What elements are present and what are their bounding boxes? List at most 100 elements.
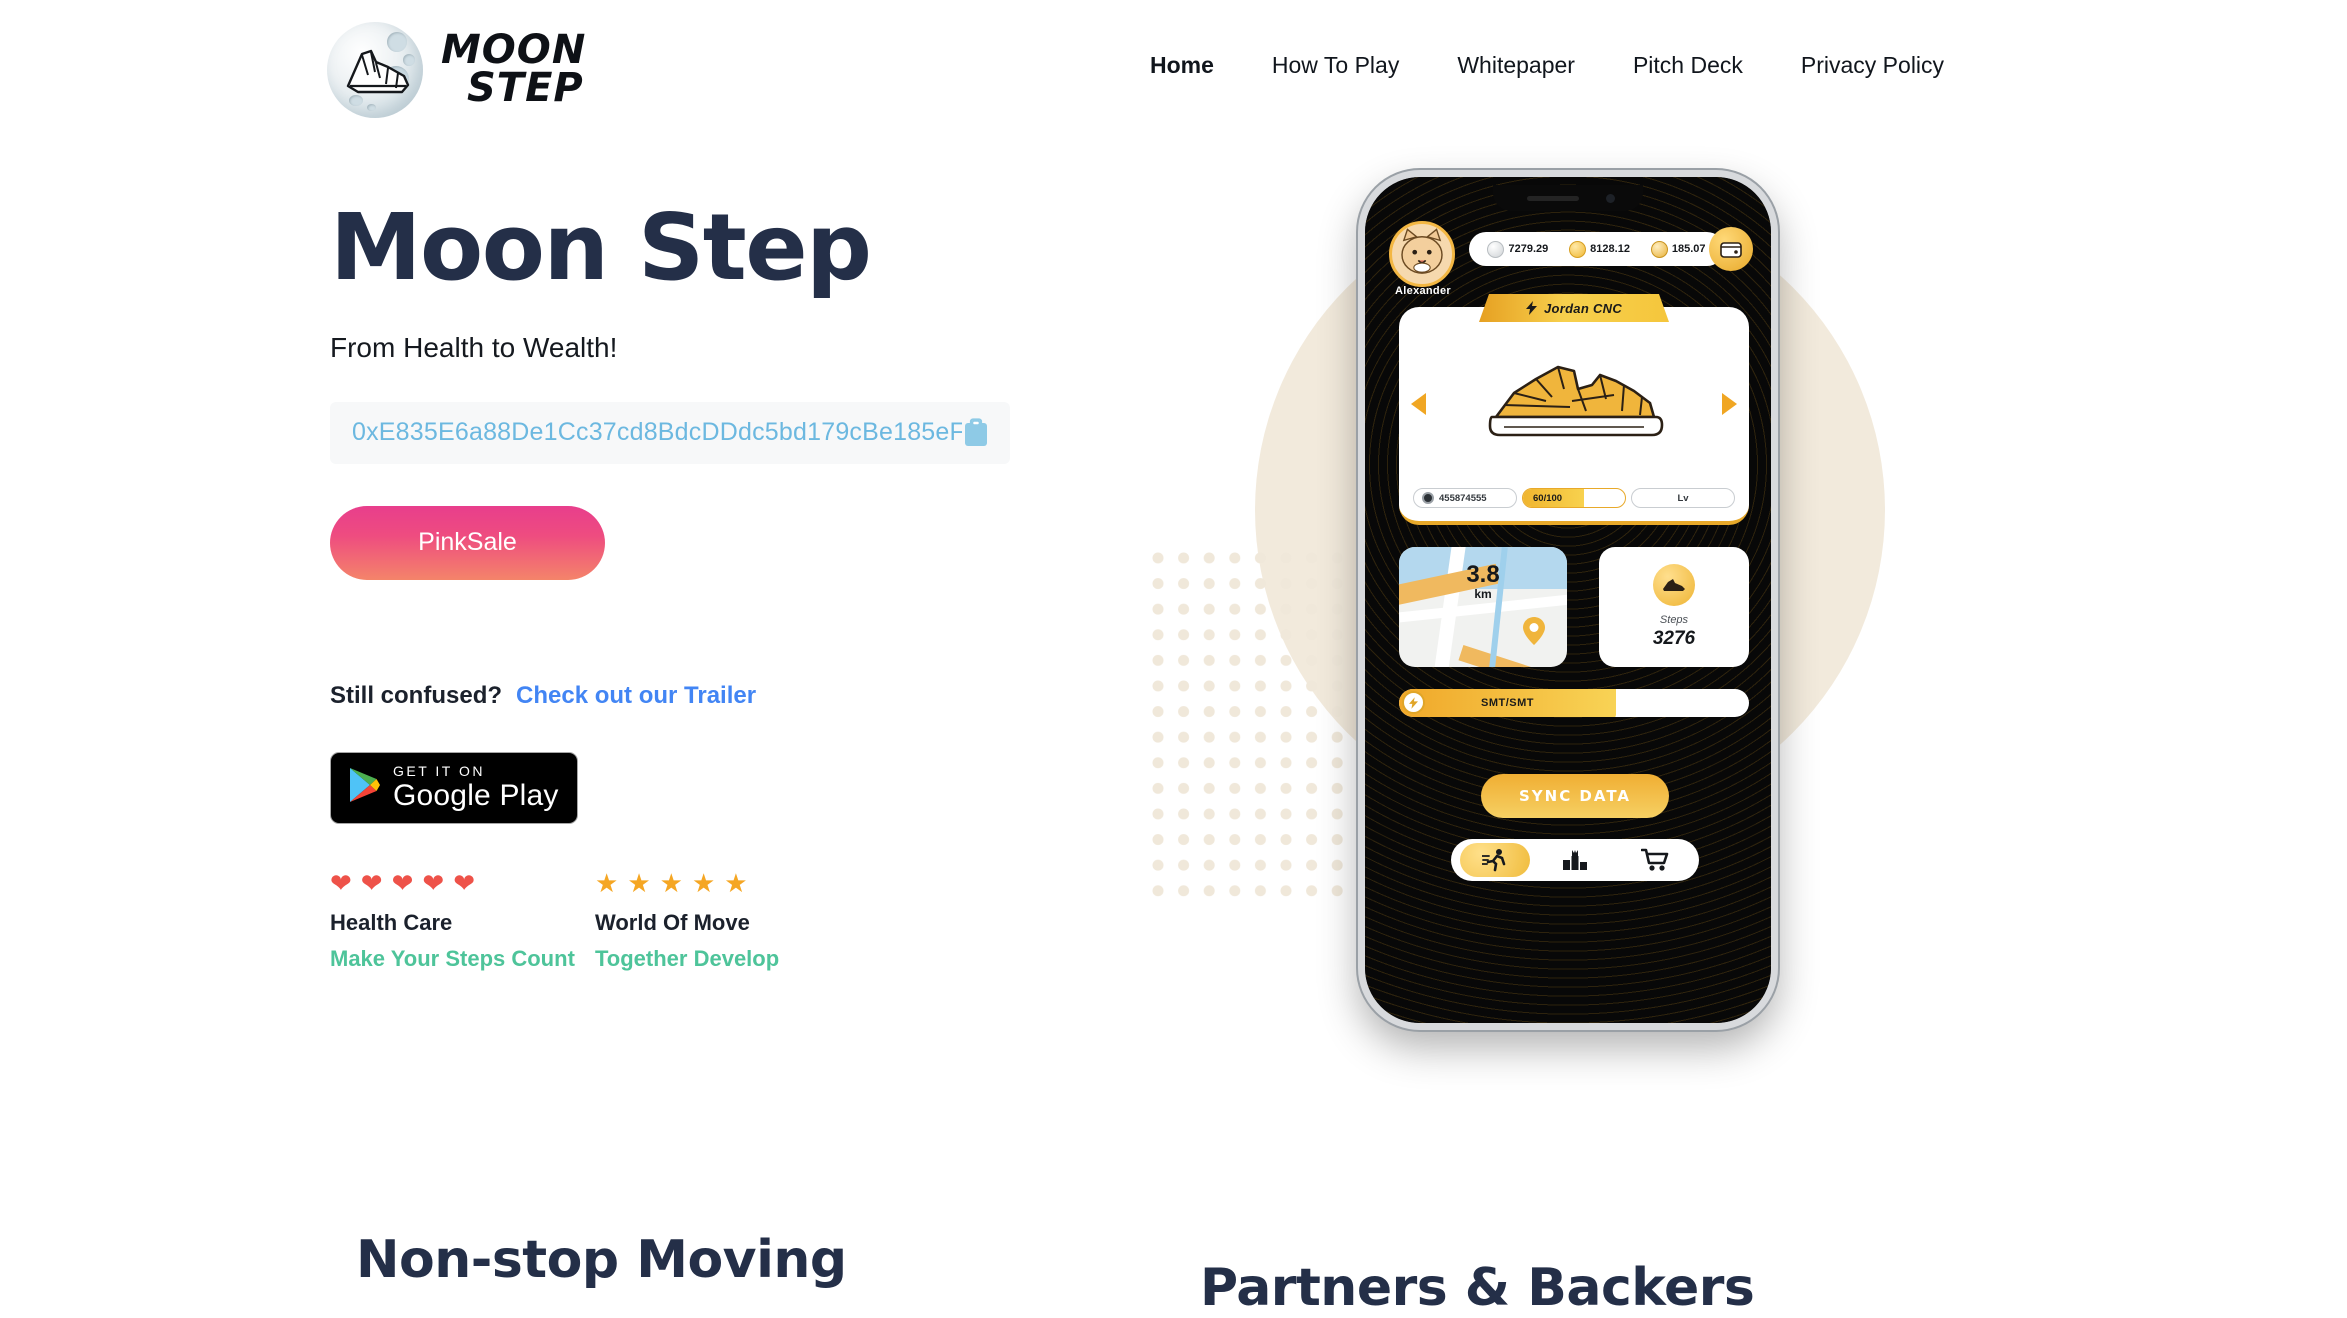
star-icon: ★ <box>724 867 748 898</box>
trailer-link[interactable]: Check out our Trailer <box>516 682 756 710</box>
feature-world-of-move: ★ ★ ★ ★ ★ World Of Move Together Develop <box>595 870 860 972</box>
stat-silver: 7279.29 <box>1487 240 1549 258</box>
google-play-badge[interactable]: GET IT ON Google Play <box>330 751 578 824</box>
energy-coin-icon <box>1569 240 1587 258</box>
phone-mockup: Alexander 7279.29 8128.12 185.07 Jordan … <box>1358 170 1778 1030</box>
sync-data-button[interactable]: SYNC DATA <box>1481 774 1669 818</box>
brand-logo[interactable]: MOON STEP <box>327 22 586 118</box>
map-pin-icon <box>1523 617 1545 645</box>
section-title-partners: Partners & Backers <box>1200 1258 1755 1318</box>
heart-icon: ❤ <box>360 867 383 898</box>
feature-title: World Of Move <box>595 909 750 935</box>
google-play-icon <box>347 766 381 809</box>
stat-value: 8128.12 <box>1590 243 1630 255</box>
nav-item-privacy-policy[interactable]: Privacy Policy <box>1801 52 1944 79</box>
main-navigation: Home How To Play Whitepaper Pitch Deck P… <box>1150 52 2347 79</box>
arrow-right-icon[interactable] <box>1722 393 1737 415</box>
stat-value: 185.07 <box>1671 243 1706 255</box>
feature-subtitle: Together Develop <box>595 945 780 971</box>
decorative-dot-grid <box>1152 552 1357 897</box>
phone-screen: Alexander 7279.29 8128.12 185.07 Jordan … <box>1365 177 1771 1023</box>
gold-token-icon <box>1650 240 1668 258</box>
sneaker-icon <box>1653 564 1695 606</box>
id-dot-icon <box>1422 492 1434 504</box>
level-label: Lv <box>1677 492 1689 504</box>
landing-page: MOON STEP Home How To Play Whitepaper Pi… <box>0 0 2347 1318</box>
bottom-nav-running[interactable] <box>1460 843 1530 877</box>
nav-item-pitch-deck[interactable]: Pitch Deck <box>1633 52 1743 79</box>
shoe-banner: Jordan CNC <box>1479 294 1669 322</box>
google-play-text: GET IT ON Google Play <box>393 764 559 811</box>
energy-label: SMT/SMT <box>1481 697 1534 709</box>
distance-value: 3.8 <box>1466 561 1500 588</box>
feature-list: ❤ ❤ ❤ ❤ ❤ Health Care Make Your Steps Co… <box>330 870 1090 972</box>
heart-icon: ❤ <box>453 867 475 898</box>
star-icon: ★ <box>627 867 651 898</box>
heart-icon: ❤ <box>391 867 414 898</box>
stat-value: 7279.29 <box>1508 243 1549 255</box>
shoe-meta-row: 455874555 60/100 Lv <box>1413 488 1735 508</box>
shoe-card: Jordan CNC 455874555 60/100 Lv <box>1399 294 1749 525</box>
phone-notch <box>1493 185 1643 211</box>
steps-label: Steps <box>1659 614 1689 626</box>
google-play-big-label: Google Play <box>393 779 559 813</box>
bolt-icon <box>1525 301 1537 315</box>
wallet-button[interactable] <box>1709 227 1753 271</box>
hero-content: Moon Step From Health to Wealth! 0xE835E… <box>330 194 1090 972</box>
sneaker-icon <box>1399 335 1749 460</box>
contract-address-field[interactable]: 0xE835E6a88De1Cc37cd8BdcDDdc5bd179cBe185… <box>330 401 1010 464</box>
clipboard-icon[interactable] <box>962 417 990 448</box>
google-play-small-label: GET IT ON <box>393 763 485 780</box>
trailer-prompt: Still confused? Check out our Trailer <box>330 682 1090 710</box>
steps-card[interactable]: Steps 3276 <box>1599 547 1749 667</box>
app-bottom-nav <box>1451 839 1699 881</box>
heart-icon: ❤ <box>422 867 445 898</box>
shoe-name: Jordan CNC <box>1543 300 1623 316</box>
brand-line-2: STEP <box>467 65 584 111</box>
page-title: Moon Step <box>330 194 872 301</box>
star-icon: ★ <box>595 867 619 898</box>
star-icon: ★ <box>691 867 716 898</box>
mini-card-row: 3.8 km Steps 3276 <box>1399 547 1749 667</box>
silver-coin-icon <box>1487 240 1505 258</box>
pinksale-button[interactable]: PinkSale <box>330 505 605 580</box>
star-icon: ★ <box>659 867 683 898</box>
heart-icon-row: ❤ ❤ ❤ ❤ ❤ <box>330 870 595 896</box>
feature-title: Health Care <box>330 909 453 935</box>
bottom-nav-shop[interactable] <box>1620 843 1690 877</box>
bolt-icon <box>1402 691 1425 714</box>
shoe-id-pill: 455874555 <box>1413 488 1517 508</box>
bottom-nav-leaderboard[interactable] <box>1540 843 1610 877</box>
avatar-username: Alexander <box>1395 285 1451 297</box>
confused-label: Still confused? <box>330 681 503 709</box>
nav-item-whitepaper[interactable]: Whitepaper <box>1457 52 1575 79</box>
stat-gold: 185.07 <box>1650 240 1706 258</box>
feature-subtitle: Make Your Steps Count <box>330 945 575 971</box>
avatar[interactable] <box>1389 221 1455 287</box>
star-icon-row: ★ ★ ★ ★ ★ <box>595 870 860 896</box>
nav-item-home[interactable]: Home <box>1150 52 1214 79</box>
cat-avatar-icon <box>1401 228 1443 274</box>
heart-icon: ❤ <box>330 867 352 898</box>
durability-pill: 60/100 <box>1522 488 1626 508</box>
shoe-id-value: 455874555 <box>1439 492 1487 504</box>
hero-subtitle: From Health to Wealth! <box>330 331 618 363</box>
map-card[interactable]: 3.8 km <box>1399 547 1567 667</box>
brand-wordmark: MOON STEP <box>441 31 586 111</box>
distance-readout: 3.8 km <box>1399 561 1567 602</box>
running-icon <box>1482 849 1506 872</box>
podium-icon <box>1563 850 1587 870</box>
contract-address-value: 0xE835E6a88De1Cc37cd8BdcDDdc5bd179cBe185… <box>352 418 962 447</box>
arrow-left-icon[interactable] <box>1411 393 1426 415</box>
app-top-bar: Alexander 7279.29 8128.12 185.07 <box>1365 221 1771 297</box>
section-title-nonstop: Non-stop Moving <box>356 1230 847 1290</box>
site-header: MOON STEP Home How To Play Whitepaper Pi… <box>0 0 2347 148</box>
level-pill: Lv <box>1631 488 1735 508</box>
durability-value: 60/100 <box>1533 492 1563 504</box>
stats-bar: 7279.29 8128.12 185.07 <box>1469 232 1724 266</box>
stat-energy: 8128.12 <box>1569 240 1630 258</box>
distance-unit: km <box>1474 587 1492 601</box>
steps-value: 3276 <box>1652 628 1696 649</box>
cart-icon <box>1641 848 1669 871</box>
nav-item-how-to-play[interactable]: How To Play <box>1272 52 1399 79</box>
